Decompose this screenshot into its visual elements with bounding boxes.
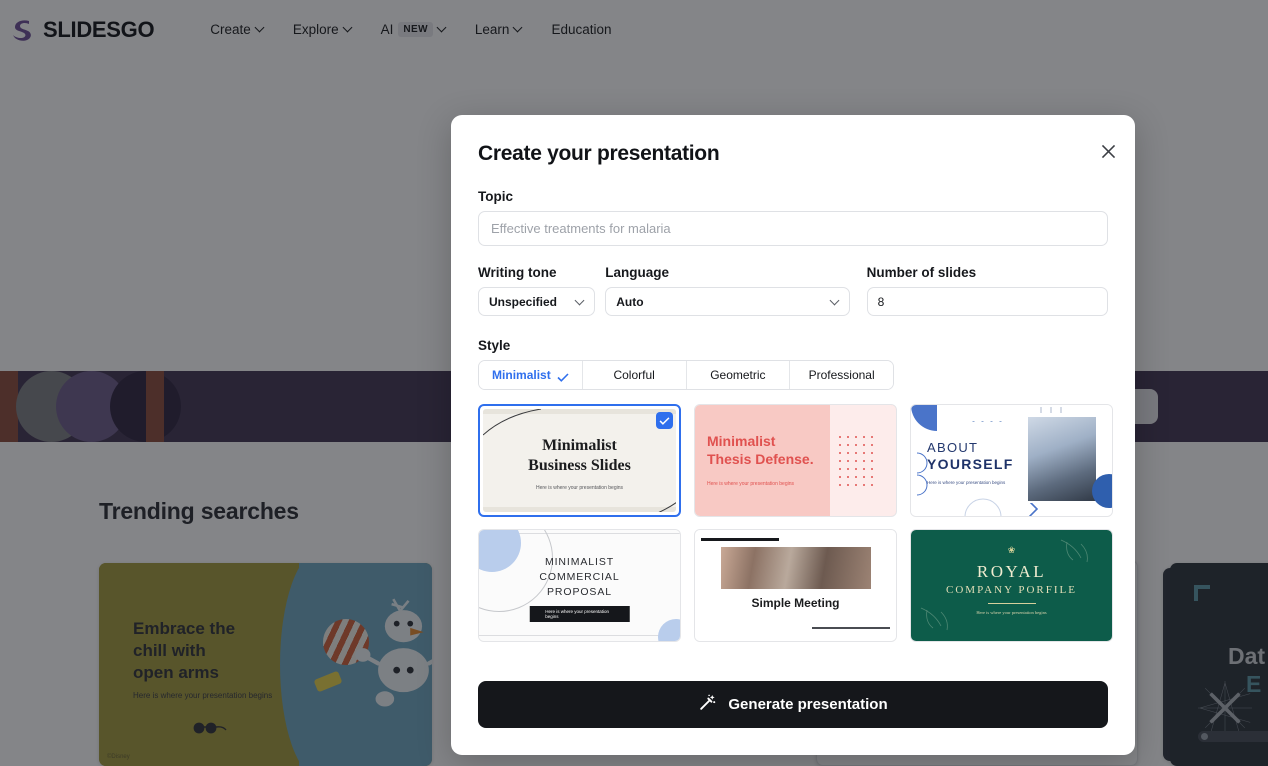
template-title: ABOUT: [927, 440, 978, 455]
template-card-royal-company-porfile[interactable]: ❀ ROYAL COMPANY PORFILE Here is where yo…: [910, 529, 1113, 642]
template-grid: Minimalist Business Slides Here is where…: [478, 404, 1108, 642]
template-card-minimalist-thesis-defense[interactable]: Minimalist Thesis Defense. Here is where…: [694, 404, 897, 517]
tab-label-professional: Professional: [809, 368, 875, 382]
template-title2: YOURSELF: [927, 456, 1014, 472]
writing-tone-label: Writing tone: [478, 265, 595, 280]
template-preview: Simple Meeting: [695, 530, 896, 641]
template-photo: [1026, 415, 1098, 503]
language-value: Auto: [616, 295, 828, 309]
template-subtitle: Here is where your presentation begins: [927, 480, 1005, 485]
language-label: Language: [605, 265, 849, 280]
divider: [701, 538, 779, 541]
generate-button-label: Generate presentation: [728, 696, 887, 713]
generate-presentation-button[interactable]: Generate presentation: [478, 681, 1108, 728]
chevron-down-icon: [574, 297, 584, 307]
template-title: Minimalist Thesis Defense.: [707, 433, 814, 468]
writing-tone-value: Unspecified: [489, 295, 574, 309]
template-subtitle: Here is where your presentation begins: [529, 606, 630, 622]
tab-minimalist[interactable]: Minimalist: [479, 361, 583, 389]
template-preview: ABOUT YOURSELF Here is where your presen…: [911, 405, 1112, 516]
template-card-simple-meeting[interactable]: Simple Meeting: [694, 529, 897, 642]
template-title: MINIMALISTCOMMERCIALPROPOSAL: [479, 555, 680, 600]
dot-pattern: [836, 433, 878, 489]
template-title-line1: Minimalist: [707, 433, 775, 449]
template-title: ROYAL: [911, 562, 1112, 582]
tab-label-minimalist: Minimalist: [492, 368, 551, 382]
style-label: Style: [478, 338, 1108, 353]
topic-input[interactable]: [478, 211, 1108, 246]
template-photo: [721, 547, 871, 589]
template-selected-check-icon: [656, 412, 673, 429]
screen-root: SLIDESGO Create Explore AI NEW Learn: [0, 0, 1268, 766]
check-icon: [557, 371, 569, 380]
modal-title: Create your presentation: [478, 142, 1108, 166]
template-title: Minimalist Business Slides: [483, 436, 676, 475]
template-subtitle: Here is where your presentation begins: [911, 610, 1112, 615]
template-subtitle: Here is where your presentation begins: [707, 481, 794, 487]
divider: [988, 603, 1036, 604]
template-preview: MINIMALISTCOMMERCIALPROPOSAL Here is whe…: [479, 530, 680, 641]
slides-count-input[interactable]: [867, 287, 1108, 316]
close-icon[interactable]: [1097, 140, 1119, 162]
template-title: Simple Meeting: [695, 596, 896, 610]
template-title2: COMPANY PORFILE: [911, 584, 1112, 596]
ornament-icon: ❀: [1008, 545, 1016, 556]
style-tabs: Minimalist Colorful Geometric Profession…: [478, 360, 894, 390]
tab-label-colorful: Colorful: [613, 368, 654, 382]
tab-professional[interactable]: Professional: [790, 361, 893, 389]
writing-tone-select[interactable]: Unspecified: [478, 287, 595, 316]
template-preview: ❀ ROYAL COMPANY PORFILE Here is where yo…: [911, 530, 1112, 641]
language-group: Language Auto: [605, 265, 849, 316]
template-card-minimalist-business-slides[interactable]: Minimalist Business Slides Here is where…: [478, 404, 681, 517]
template-card-minimalist-commercial-proposal[interactable]: MINIMALISTCOMMERCIALPROPOSAL Here is whe…: [478, 529, 681, 642]
divider: [479, 635, 680, 636]
template-title-line1: Minimalist: [542, 437, 617, 454]
topic-label: Topic: [478, 189, 1108, 204]
magic-wand-icon: [698, 693, 717, 716]
template-preview: Minimalist Thesis Defense. Here is where…: [695, 405, 896, 516]
template-subtitle: Here is where your presentation begins: [483, 485, 676, 491]
template-card-about-yourself[interactable]: ABOUT YOURSELF Here is where your presen…: [910, 404, 1113, 517]
template-title-line2: Thesis Defense.: [707, 451, 814, 467]
chevron-down-icon: [829, 297, 839, 307]
slides-count-group: Number of slides: [867, 265, 1108, 316]
slides-count-label: Number of slides: [867, 265, 1108, 280]
tab-geometric[interactable]: Geometric: [687, 361, 791, 389]
topic-field-group: Topic: [478, 189, 1108, 246]
template-preview: Minimalist Business Slides Here is where…: [483, 409, 676, 512]
tab-colorful[interactable]: Colorful: [583, 361, 687, 389]
tab-label-geometric: Geometric: [710, 368, 765, 382]
template-title-line2: Business Slides: [528, 457, 631, 474]
options-row: Writing tone Unspecified Language Auto N…: [478, 265, 1108, 316]
divider: [812, 627, 890, 629]
language-select[interactable]: Auto: [605, 287, 849, 316]
writing-tone-group: Writing tone Unspecified: [478, 265, 595, 316]
create-presentation-modal: Create your presentation Topic Writing t…: [451, 115, 1135, 755]
corner-shape: [658, 619, 680, 641]
